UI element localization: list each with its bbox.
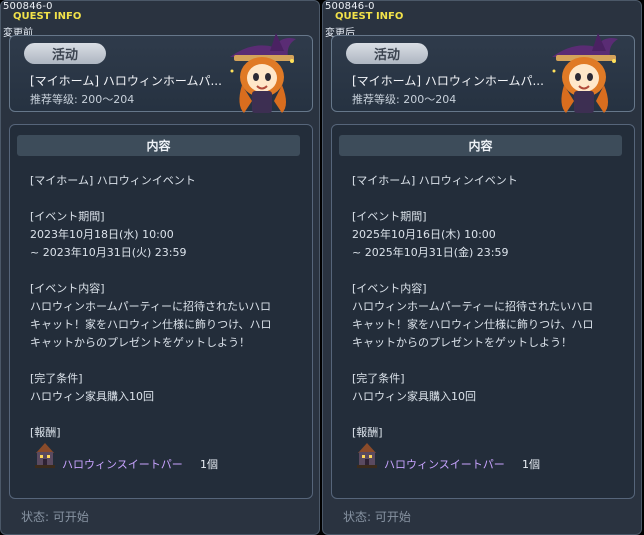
content-line: [イベント期間] (30, 210, 105, 223)
content-line: ~ 2025年10月31日(金) 23:59 (352, 246, 509, 259)
quest-panel-before: 500846-0 QUEST INFO 変更前 活动 [マイホーム] ハロウィン… (0, 0, 320, 535)
activity-badge: 活动 (346, 43, 428, 64)
content-line: キャットからのプレゼントをゲットしよう！ (30, 336, 250, 349)
content-box: 内容 [マイホーム] ハロウィンイベント [イベント期間] 2023年10月18… (9, 124, 313, 499)
content-line: ハロウィン家具購入10回 (352, 390, 476, 403)
haunted-house-item-icon[interactable] (354, 439, 380, 469)
content-line: [完了条件] (352, 372, 405, 385)
content-line: [マイホーム] ハロウィンイベント (352, 174, 518, 187)
content-line: ハロウィンホームパーティーに招待されたいハロ (352, 300, 594, 313)
quest-info-label: QUEST INFO (13, 11, 82, 22)
content-header: 内容 (17, 135, 300, 156)
witch-girl-portrait-icon (552, 33, 618, 113)
content-line: ハロウィンホームパーティーに招待されたいハロ (30, 300, 272, 313)
reward-item-count: 1個 (200, 458, 218, 471)
content-line: 2023年10月18日(水) 10:00 (30, 228, 174, 241)
activity-badge: 活动 (24, 43, 106, 64)
quest-title: [マイホーム] ハロウィンホームパ... (352, 74, 544, 88)
reward-item-count: 1個 (522, 458, 540, 471)
content-line: [完了条件] (30, 372, 83, 385)
content-header: 内容 (339, 135, 622, 156)
quest-info-label: QUEST INFO (335, 11, 404, 22)
quest-status: 状态: 可开始 (343, 510, 411, 524)
content-line: キャット！家をハロウィン仕様に飾りつけ、ハロ (352, 318, 594, 331)
content-line: [報酬] (30, 426, 61, 439)
content-line: [マイホーム] ハロウィンイベント (30, 174, 196, 187)
haunted-house-item-icon[interactable] (32, 439, 58, 469)
content-line: [イベント期間] (352, 210, 427, 223)
reward-item-name[interactable]: ハロウィンスイートパー (384, 456, 505, 472)
content-box: 内容 [マイホーム] ハロウィンイベント [イベント期間] 2025年10月16… (331, 124, 635, 499)
content-line: [報酬] (352, 426, 383, 439)
quest-status: 状态: 可开始 (21, 510, 89, 524)
witch-girl-portrait-icon (230, 33, 296, 113)
content-line: 2025年10月16日(木) 10:00 (352, 228, 496, 241)
content-line: [イベント内容] (30, 282, 105, 295)
content-line: [イベント内容] (352, 282, 427, 295)
quest-header-box: 活动 [マイホーム] ハロウィンホームパ... 推荐等级: 200〜204 (331, 33, 635, 113)
content-line: ~ 2023年10月31日(火) 23:59 (30, 246, 187, 259)
content-line: キャットからのプレゼントをゲットしよう！ (352, 336, 572, 349)
content-line: ハロウィン家具購入10回 (30, 390, 154, 403)
quest-panel-after: 500846-0 QUEST INFO 変更后 活动 [マイホーム] ハロウィン… (322, 0, 642, 535)
recommended-level: 推荐等级: 200〜204 (30, 93, 135, 106)
content-line: キャット！家をハロウィン仕様に飾りつけ、ハロ (30, 318, 272, 331)
recommended-level: 推荐等级: 200〜204 (352, 93, 457, 106)
quest-title: [マイホーム] ハロウィンホームパ... (30, 74, 222, 88)
quest-header-box: 活动 [マイホーム] ハロウィンホームパ... 推荐等级: 200〜204 (9, 33, 313, 113)
reward-item-name[interactable]: ハロウィンスイートパー (62, 456, 183, 472)
